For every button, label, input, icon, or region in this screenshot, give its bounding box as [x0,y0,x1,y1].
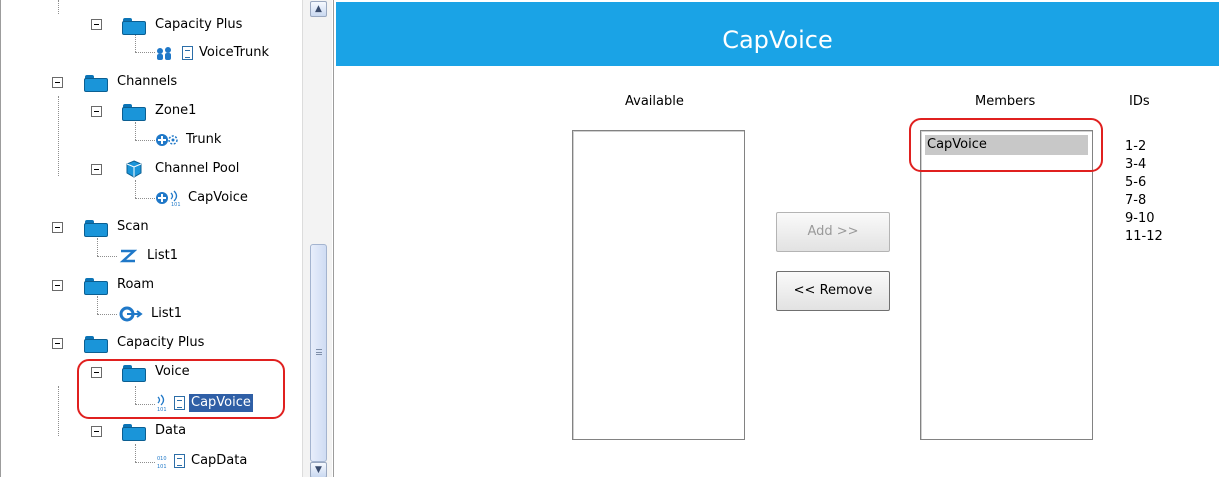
tree-item-voicetrunk[interactable]: VoiceTrunk [156,42,271,64]
tree-connector [58,96,59,176]
tree-item-label: Data [155,423,187,438]
tree-item-trunk[interactable]: Trunk [156,129,223,151]
id-range: 11-12 [1125,229,1163,244]
collapse-toggle[interactable] [52,222,63,233]
tree-item-label: Capacity Plus [117,335,205,350]
tree-item-data[interactable]: Data [121,420,188,442]
folder-icon [121,103,146,121]
tree-item-label: Trunk [186,132,222,147]
tree-connector [135,462,155,463]
tree-connector [135,444,136,462]
members-label: Members [975,94,1036,109]
tree-scrollbar[interactable]: ▲ ▼ [302,0,332,477]
tree-item-capvoice-channel[interactable]: 101 CapVoice [156,187,250,209]
tree-connector [97,296,98,314]
id-range: 3-4 [1125,157,1147,172]
voice-channel-icon: 101 [156,189,182,207]
tree-item-label: Zone1 [155,103,197,118]
collapse-toggle[interactable] [52,280,63,291]
id-list: 1-2 3-4 5-6 7-8 9-10 11-12 [1125,138,1163,246]
collapse-toggle[interactable] [52,338,63,349]
svg-text:010: 010 [157,456,167,462]
tree-item-capacity-plus[interactable]: Capacity Plus [121,14,244,36]
page-title: CapVoice [336,2,1219,66]
id-range: 1-2 [1125,139,1147,154]
document-icon [174,454,185,468]
tree-item-scan-list1[interactable]: List1 [119,245,180,267]
folder-icon [83,335,108,353]
tree-connector [58,386,59,436]
tree-item-label: List1 [147,248,178,263]
tree-item-zone1[interactable]: Zone1 [121,100,198,122]
tree-item-capacity-plus-2[interactable]: Capacity Plus [83,332,206,354]
tree-item-label: VoiceTrunk [199,45,269,60]
id-range: 9-10 [1125,211,1155,226]
tree-connector [135,180,136,198]
tree-item-label: List1 [151,306,182,321]
add-button[interactable]: Add >> [776,212,890,252]
grip-icon [316,349,322,355]
collapse-toggle[interactable] [52,77,63,88]
data-document-icon: 010 101 [156,452,170,470]
voice-trunk-icon [156,45,178,61]
ids-label: IDs [1129,94,1150,109]
tree-item-label: Channel Pool [155,161,240,176]
tree-connector [58,0,59,14]
trunk-icon [156,132,180,148]
tree-connector [97,238,98,256]
tree-connector [97,314,117,315]
collapse-toggle[interactable] [91,426,102,437]
tree-item-label: Capacity Plus [155,17,243,32]
navigation-tree: Capacity Plus VoiceTrunk Channels Zone1 … [0,0,334,477]
collapse-toggle[interactable] [91,19,102,30]
tree-connector [135,52,155,53]
document-icon [182,46,193,60]
highlight-box [77,359,285,419]
tree-item-label: Channels [117,74,178,89]
folder-icon [121,17,146,35]
available-list[interactable] [572,130,745,440]
folder-icon [83,277,108,295]
scan-list-icon [119,248,137,264]
scroll-up-button[interactable]: ▲ [310,1,327,17]
tree-item-label: CapData [191,453,248,468]
tree-item-channels[interactable]: Channels [83,71,179,93]
available-label: Available [625,94,684,109]
details-pane: CapVoice Available Add >> << Remove Memb… [336,0,1219,477]
collapse-toggle[interactable] [91,106,102,117]
tree-item-label: CapVoice [188,190,248,205]
tree-item-label: Roam [117,277,155,292]
svg-text:101: 101 [171,202,181,207]
tree-item-scan[interactable]: Scan [83,216,151,238]
roam-list-icon [119,306,143,322]
tree-item-roam[interactable]: Roam [83,274,156,296]
remove-button[interactable]: << Remove [776,271,890,311]
tree-connector [97,256,117,257]
tree-item-roam-list1[interactable]: List1 [119,303,184,325]
folder-icon [83,74,108,92]
members-list[interactable]: CapVoice [920,130,1093,440]
tree-connector [135,140,155,141]
scroll-thumb[interactable] [310,244,327,462]
svg-text:101: 101 [157,464,167,470]
folder-icon [121,423,146,441]
id-range: 5-6 [1125,175,1147,190]
folder-icon [83,219,108,237]
collapse-toggle[interactable] [91,164,102,175]
tree-item-capdata[interactable]: 010 101 CapData [156,450,249,472]
id-range: 7-8 [1125,193,1147,208]
tree-item-channel-pool[interactable]: Channel Pool [125,158,241,180]
tree-item-label: Scan [117,219,149,234]
channel-pool-icon [125,160,143,178]
highlight-box [909,118,1103,172]
scroll-down-button[interactable]: ▼ [310,462,327,477]
tree-connector [135,122,136,140]
tree-connector [135,198,155,199]
